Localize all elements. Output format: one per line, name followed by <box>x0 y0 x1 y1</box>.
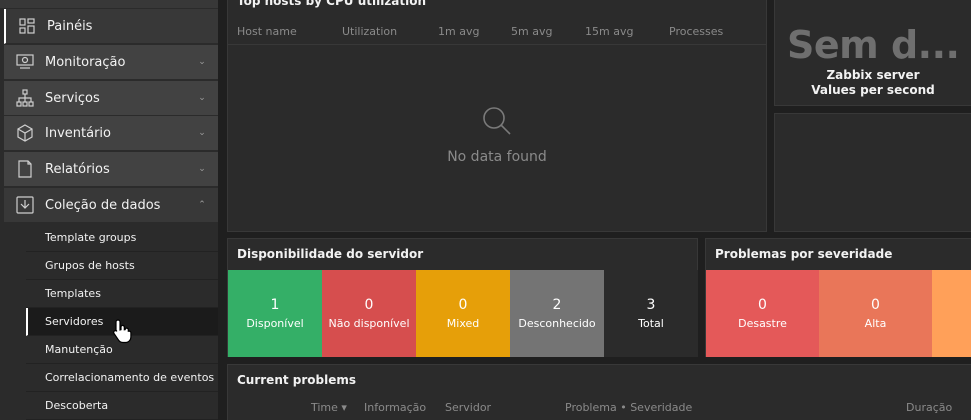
submenu-item-host-groups[interactable]: Grupos de hosts <box>26 252 218 280</box>
column-host[interactable]: Servidor <box>445 401 491 414</box>
column-utilization[interactable]: Utilization <box>342 25 397 38</box>
column-processes[interactable]: Processes <box>669 25 723 38</box>
sidebar-item-label: Painéis <box>47 18 93 34</box>
availability-tile-unknown[interactable]: 2 Desconhecido <box>510 270 604 357</box>
severity-tile-disaster[interactable]: 0 Desastre <box>706 270 819 357</box>
no-data-text: No data found <box>447 149 547 165</box>
column-duration: Duração <box>906 401 953 414</box>
sidebar-item-label: Relatórios <box>45 161 110 177</box>
item-value-text: Sem d... <box>787 23 960 67</box>
sidebar-item-inventory[interactable]: Inventário ⌄ <box>4 116 218 151</box>
item-host-label: Zabbix server <box>826 68 920 82</box>
table-header: Time ▾ Informação Servidor Problema • Se… <box>228 399 971 420</box>
chevron-down-icon: ⌄ <box>198 93 206 103</box>
tile-count: 0 <box>871 297 880 313</box>
data-collection-icon <box>16 196 34 214</box>
host-availability-widget: Disponibilidade do servidor 1 Disponível… <box>227 238 698 357</box>
submenu-item-template-groups[interactable]: Template groups <box>26 224 218 252</box>
chevron-down-icon: ⌄ <box>198 164 206 174</box>
empty-widget <box>774 113 971 232</box>
item-name-label: Values per second <box>811 83 935 97</box>
tile-label: Não disponível <box>328 317 410 330</box>
widget-title: Disponibilidade do servidor <box>237 247 424 261</box>
availability-tile-unavailable[interactable]: 0 Não disponível <box>322 270 416 357</box>
submenu-item-event-correlation[interactable]: Correlacionamento de eventos <box>26 364 218 392</box>
inventory-icon <box>16 124 34 142</box>
sidebar-item-monitoring[interactable]: Monitoração ⌄ <box>4 45 218 80</box>
column-host-name[interactable]: Host name <box>237 25 297 38</box>
dashboard-icon <box>18 17 36 35</box>
widget-title: Top hosts by CPU utilization <box>237 0 427 8</box>
sidebar-item-label: Coleção de dados <box>45 197 161 213</box>
sidebar-item-reports[interactable]: Relatórios ⌄ <box>4 152 218 187</box>
chevron-up-icon: ⌃ <box>198 200 206 210</box>
column-problem-severity[interactable]: Problema • Severidade <box>565 401 692 414</box>
availability-tile-available[interactable]: 1 Disponível <box>228 270 322 357</box>
reports-icon <box>16 160 34 178</box>
submenu-item-discovery[interactable]: Descoberta <box>26 392 218 420</box>
severity-tile-average[interactable] <box>932 270 971 357</box>
search-icon <box>483 107 511 135</box>
availability-tile-total: 3 Total <box>604 270 698 357</box>
tile-count: 2 <box>552 297 562 313</box>
item-value-widget: Sem d... Zabbix server Values per second <box>774 0 971 106</box>
sidebar-item-data-collection[interactable]: Coleção de dados ⌃ <box>4 188 218 223</box>
top-hosts-widget: Top hosts by CPU utilization Host name U… <box>227 0 767 232</box>
tile-label: Total <box>638 317 664 330</box>
sidebar-top-strip <box>0 0 218 8</box>
problems-by-severity-widget: Problemas por severidade 0 Desastre 0 Al… <box>705 238 971 357</box>
no-data-placeholder: No data found <box>228 105 766 165</box>
sidebar: Painéis Monitoração ⌄ Serviços ⌄ Inventá… <box>0 0 218 420</box>
column-5m-avg[interactable]: 5m avg <box>511 25 552 38</box>
chevron-down-icon: ⌄ <box>198 128 206 138</box>
sidebar-item-label: Monitoração <box>45 54 126 70</box>
availability-tile-mixed[interactable]: 0 Mixed <box>416 270 510 357</box>
sidebar-item-dashboards[interactable]: Painéis <box>4 9 218 44</box>
tile-count: 3 <box>646 297 656 313</box>
tile-count: 1 <box>270 297 280 313</box>
tile-label: Desconhecido <box>518 317 596 330</box>
tile-label: Disponível <box>246 317 304 330</box>
tile-label: Mixed <box>446 317 480 330</box>
monitoring-icon <box>16 53 34 71</box>
hand-pointer-icon <box>113 319 132 344</box>
current-problems-widget: Current problems Time ▾ Informação Servi… <box>227 364 971 420</box>
sidebar-item-label: Serviços <box>45 90 100 106</box>
widget-title: Problemas por severidade <box>715 247 893 261</box>
severity-tile-high[interactable]: 0 Alta <box>819 270 932 357</box>
column-info: Informação <box>364 401 427 414</box>
sidebar-item-services[interactable]: Serviços ⌄ <box>4 81 218 116</box>
sidebar-item-label: Inventário <box>45 125 111 141</box>
tile-label: Alta <box>864 317 887 330</box>
column-time[interactable]: Time ▾ <box>311 401 347 414</box>
tile-count: 0 <box>364 297 374 313</box>
tile-count: 0 <box>458 297 468 313</box>
services-icon <box>16 89 34 107</box>
column-1m-avg[interactable]: 1m avg <box>438 25 479 38</box>
widget-title: Current problems <box>237 373 357 387</box>
column-15m-avg[interactable]: 15m avg <box>585 25 633 38</box>
chevron-down-icon: ⌄ <box>198 57 206 67</box>
tile-count: 0 <box>758 297 767 313</box>
tile-label: Desastre <box>738 317 787 330</box>
table-header: Host name Utilization 1m avg 5m avg 15m … <box>228 21 766 45</box>
submenu-item-templates[interactable]: Templates <box>26 280 218 308</box>
